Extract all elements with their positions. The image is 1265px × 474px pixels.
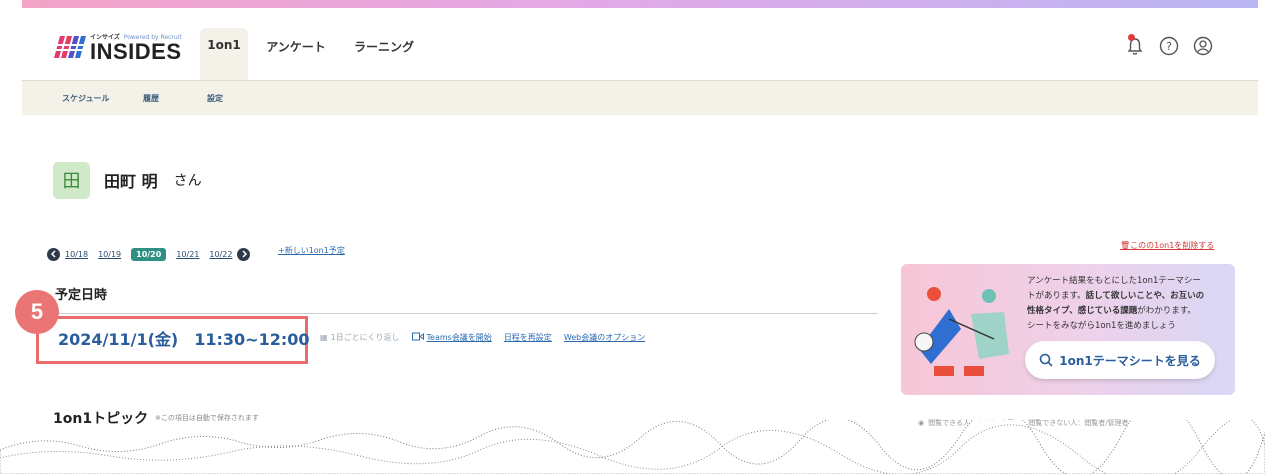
repeat-option[interactable]: ▦ 1日ごとにくり返し [320,332,400,343]
top-gradient-bar [22,0,1258,8]
svg-text:?: ? [1166,40,1172,53]
subnav-settings[interactable]: 設定 [207,93,223,104]
date-navigator: 10/18 10/19 10/20 10/21 10/22 [47,246,251,262]
date-chip[interactable]: 10/19 [98,250,121,259]
date-chip-selected[interactable]: 10/20 [131,247,167,261]
promo-illustration [909,274,1021,389]
schedule-actions: ▦ 1日ごとにくり返し Teams会議を開始 日程を再設定 Web会議のオプション [320,330,657,344]
prev-date-button[interactable] [47,247,60,261]
date-chip[interactable]: 10/21 [176,250,199,259]
insides-logo[interactable]: インサイズ Powered by Recruit INSIDES [54,30,182,64]
delete-1on1-link[interactable]: 🗑このの1on1を削除する [1120,240,1214,251]
new-1on1-link[interactable]: +新しい1on1予定 [278,245,345,256]
web-meeting-options-link[interactable]: Web会議のオプション [564,332,645,343]
date-chip[interactable]: 10/22 [209,250,232,259]
bell-icon[interactable] [1124,34,1146,57]
user-honorific: さん [173,173,202,189]
sub-navigation: スケジュール 履歴 設定 [22,81,1258,115]
torn-edge [0,420,1265,474]
subnav-schedule[interactable]: スケジュール [62,93,109,104]
schedule-label: 予定日時 [55,288,108,303]
logo-wordmark: INSIDES [90,39,182,64]
next-date-button[interactable] [237,247,251,261]
chevron-left-icon [50,250,56,258]
view-theme-sheet-button[interactable]: 1on1テーマシートを見る [1025,341,1215,379]
tab-1on1[interactable]: 1on1 [200,28,248,80]
help-icon[interactable]: ? [1158,35,1180,57]
tab-survey[interactable]: アンケート [260,28,332,80]
calendar-icon: ▦ [320,332,328,342]
reschedule-link[interactable]: 日程を再設定 [504,332,552,343]
teams-start-button[interactable]: Teams会議を開始 [411,332,492,343]
subnav-history[interactable]: 履歴 [143,93,159,104]
chevron-right-icon [242,250,247,258]
step-badge: 5 [15,290,59,334]
theme-sheet-promo: アンケート結果をもとにした1on1テーマシー トがあります。話して欲しいことや、… [901,264,1235,395]
logo-mark-icon [54,36,86,58]
video-icon [411,332,424,343]
user-icon[interactable] [1192,35,1214,57]
user-header: 田 田町 明 さん [53,161,202,199]
user-name: 田町 明 [104,172,158,191]
promo-description: アンケート結果をもとにした1on1テーマシー トがあります。話して欲しいことや、… [1027,276,1205,331]
tab-learning[interactable]: ラーニング [346,28,422,80]
trash-icon: 🗑 [1120,241,1131,250]
header-icons: ? [1124,34,1214,57]
schedule-datetime[interactable]: 2024/11/1(金) 11:30~12:00 [58,326,310,350]
divider [55,313,878,314]
app-header: インサイズ Powered by Recruit INSIDES 1on1 アンケ… [22,8,1258,81]
avatar: 田 [53,161,90,199]
search-icon [1039,353,1053,367]
date-chip[interactable]: 10/18 [65,250,88,259]
